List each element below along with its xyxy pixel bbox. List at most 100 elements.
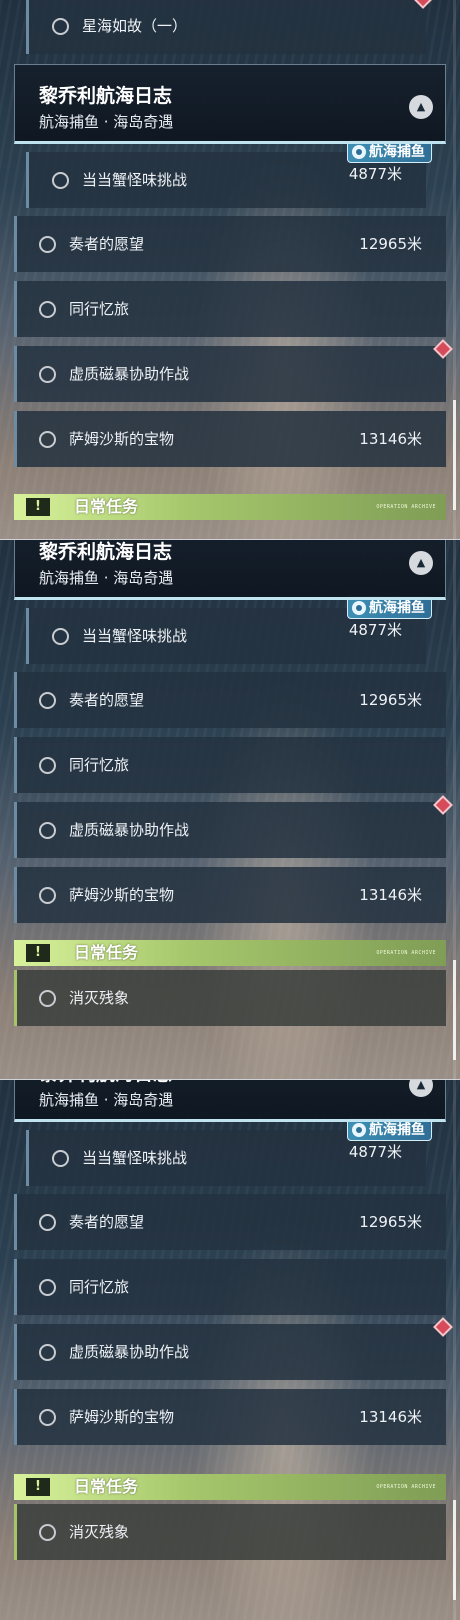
quest-group-header[interactable]: 黎乔利航海日志 航海捕鱼 · 海岛奇遇 ▲ <box>14 64 446 144</box>
quest-label: 消灭残象 <box>69 989 130 1007</box>
quest-item[interactable]: 虚质磁暴协助作战 <box>14 339 453 402</box>
quest-status-circle-icon <box>39 990 56 1007</box>
quest-group-subtitle: 航海捕鱼 · 海岛奇遇 <box>39 1091 174 1109</box>
quest-item[interactable]: 萨姆沙斯的宝物 13146米 <box>14 1389 446 1445</box>
quest-label: 同行忆旅 <box>69 1278 130 1296</box>
quest-status-circle-icon <box>39 236 56 253</box>
red-diamond-icon <box>433 1317 453 1337</box>
quest-status-circle-icon <box>39 822 56 839</box>
fishing-tag-label: 航海捕鱼 <box>369 1121 425 1138</box>
quest-distance: 13146米 <box>359 1408 422 1426</box>
chevron-up-icon[interactable]: ▲ <box>409 95 433 119</box>
quest-label: 当当蟹怪味挑战 <box>82 171 188 189</box>
quest-distance: 13146米 <box>359 430 422 448</box>
quest-status-circle-icon <box>52 628 69 645</box>
quest-label: 萨姆沙斯的宝物 <box>69 430 175 448</box>
quest-status-circle-icon <box>39 366 56 383</box>
quest-group-header[interactable]: 黎乔利航海日志 航海捕鱼 · 海岛奇遇 ▲ <box>14 1080 446 1122</box>
quest-status-circle-icon <box>39 1344 56 1361</box>
daily-section-title: 日常任务 <box>74 943 139 962</box>
quest-status-circle-icon <box>52 1150 69 1167</box>
fish-icon <box>352 144 366 159</box>
red-diamond-icon <box>433 795 453 815</box>
quest-group-subtitle: 航海捕鱼 · 海岛奇遇 <box>39 113 174 131</box>
scrollbar-thumb[interactable] <box>453 1500 456 1600</box>
quest-group-title: 黎乔利航海日志 <box>39 1080 172 1086</box>
quest-panel-2: 黎乔利航海日志 航海捕鱼 · 海岛奇遇 ▲ 当当蟹怪味挑战 4877米 航海捕鱼… <box>0 540 460 1080</box>
quest-label: 虚质磁暴协助作战 <box>69 1343 190 1361</box>
quest-label: 同行忆旅 <box>69 300 130 318</box>
scrollbar-thumb[interactable] <box>453 400 456 510</box>
daily-section-title: 日常任务 <box>74 1477 139 1496</box>
chevron-up-icon[interactable]: ▲ <box>409 551 433 575</box>
quest-label: 星海如故（一） <box>82 17 188 35</box>
quest-status-circle-icon <box>39 757 56 774</box>
red-diamond-icon <box>433 339 453 359</box>
quest-item[interactable]: 同行忆旅 <box>14 737 446 793</box>
quest-status-circle-icon <box>52 18 69 35</box>
section-watermark: OPERATION ARCHIVE <box>376 950 436 956</box>
quest-distance: 12965米 <box>359 235 422 253</box>
section-watermark: OPERATION ARCHIVE <box>376 504 436 510</box>
daily-quest-item[interactable]: 消灭残象 <box>14 1504 446 1560</box>
exclamation-icon: ! <box>26 498 50 516</box>
chevron-up-icon[interactable]: ▲ <box>409 1080 433 1097</box>
quest-item[interactable]: 当当蟹怪味挑战 4877米 航海捕鱼 <box>26 140 432 208</box>
quest-label: 同行忆旅 <box>69 756 130 774</box>
quest-item[interactable]: 萨姆沙斯的宝物 13146米 <box>14 867 446 923</box>
quest-status-circle-icon <box>39 1214 56 1231</box>
quest-label: 虚质磁暴协助作战 <box>69 821 190 839</box>
daily-section-header[interactable]: ! 日常任务 OPERATION ARCHIVE <box>14 494 446 520</box>
quest-status-circle-icon <box>39 692 56 709</box>
quest-status-circle-icon <box>39 301 56 318</box>
section-watermark: OPERATION ARCHIVE <box>376 1484 436 1490</box>
daily-section-header[interactable]: ! 日常任务 OPERATION ARCHIVE <box>14 940 446 966</box>
quest-item[interactable]: 萨姆沙斯的宝物 13146米 <box>14 411 446 467</box>
quest-status-circle-icon <box>39 1279 56 1296</box>
exclamation-icon: ! <box>26 944 50 962</box>
quest-item[interactable]: 奏者的愿望 12965米 <box>14 672 446 728</box>
quest-distance: 12965米 <box>359 691 422 709</box>
exclamation-icon: ! <box>26 1478 50 1496</box>
quest-status-circle-icon <box>52 172 69 189</box>
quest-label: 奏者的愿望 <box>69 1213 145 1231</box>
quest-item-prev[interactable]: 星海如故（一） <box>26 0 433 54</box>
quest-status-circle-icon <box>39 1524 56 1541</box>
quest-label: 萨姆沙斯的宝物 <box>69 886 175 904</box>
quest-item[interactable]: 当当蟹怪味挑战 4877米 航海捕鱼 <box>26 596 432 664</box>
quest-label: 萨姆沙斯的宝物 <box>69 1408 175 1426</box>
fish-icon <box>352 600 366 615</box>
daily-section-title: 日常任务 <box>74 497 139 516</box>
quest-group-title: 黎乔利航海日志 <box>39 85 173 107</box>
quest-label: 当当蟹怪味挑战 <box>82 1149 188 1167</box>
quest-item[interactable]: 虚质磁暴协助作战 <box>14 1317 453 1380</box>
daily-quest-item[interactable]: 消灭残象 <box>14 970 446 1026</box>
quest-label: 虚质磁暴协助作战 <box>69 365 190 383</box>
scrollbar-thumb[interactable] <box>453 960 456 1060</box>
quest-distance: 13146米 <box>359 886 422 904</box>
quest-item[interactable]: 当当蟹怪味挑战 4877米 航海捕鱼 <box>26 1118 432 1186</box>
daily-section-header[interactable]: ! 日常任务 OPERATION ARCHIVE <box>14 1474 446 1500</box>
quest-group-title: 黎乔利航海日志 <box>39 541 173 563</box>
quest-item[interactable]: 奏者的愿望 12965米 <box>14 1194 446 1250</box>
fish-icon <box>352 1122 366 1137</box>
quest-label: 奏者的愿望 <box>69 235 145 253</box>
quest-panel-1: 星海如故（一） 黎乔利航海日志 航海捕鱼 · 海岛奇遇 ▲ 当当蟹怪味挑战 48… <box>0 0 460 540</box>
quest-item[interactable]: 虚质磁暴协助作战 <box>14 795 453 858</box>
fishing-tag-label: 航海捕鱼 <box>369 599 425 616</box>
quest-distance: 12965米 <box>359 1213 422 1231</box>
fishing-tag-label: 航海捕鱼 <box>369 143 425 160</box>
quest-label: 消灭残象 <box>69 1523 130 1541</box>
quest-status-circle-icon <box>39 887 56 904</box>
quest-status-circle-icon <box>39 431 56 448</box>
quest-group-subtitle: 航海捕鱼 · 海岛奇遇 <box>39 569 174 587</box>
quest-status-circle-icon <box>39 1409 56 1426</box>
quest-item[interactable]: 同行忆旅 <box>14 1259 446 1315</box>
red-diamond-icon <box>413 0 433 9</box>
quest-group-header[interactable]: 黎乔利航海日志 航海捕鱼 · 海岛奇遇 ▲ <box>14 540 446 600</box>
quest-item[interactable]: 奏者的愿望 12965米 <box>14 216 446 272</box>
quest-panel-3: 黎乔利航海日志 航海捕鱼 · 海岛奇遇 ▲ 当当蟹怪味挑战 4877米 航海捕鱼… <box>0 1080 460 1620</box>
quest-item[interactable]: 同行忆旅 <box>14 281 446 337</box>
quest-label: 当当蟹怪味挑战 <box>82 627 188 645</box>
quest-label: 奏者的愿望 <box>69 691 145 709</box>
